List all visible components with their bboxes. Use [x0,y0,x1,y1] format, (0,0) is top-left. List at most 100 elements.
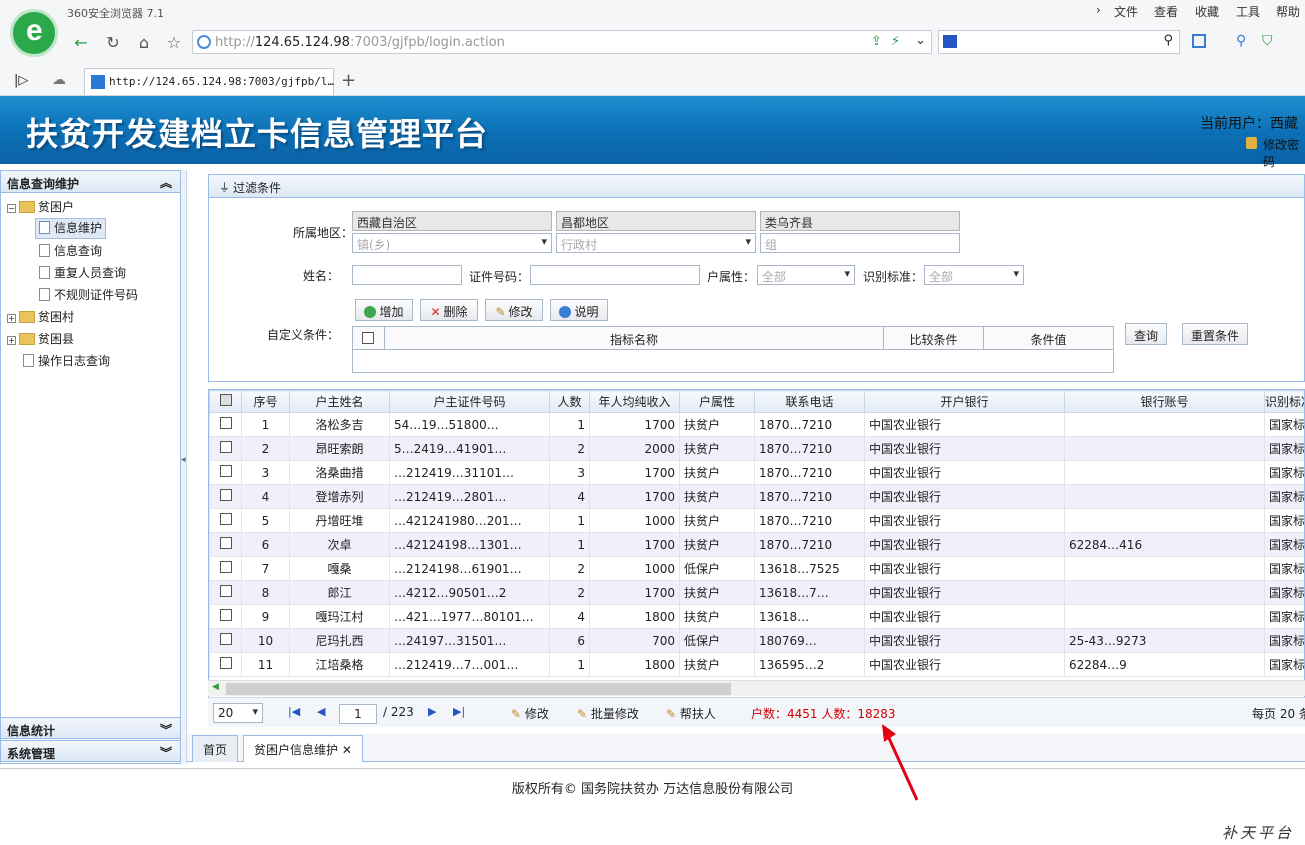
horizontal-scrollbar[interactable]: ◀ [208,680,1305,696]
sidebar-header-query[interactable]: 信息查询维护 ︽ [1,171,180,193]
sidebar-header-system[interactable]: 系统管理 ︾ [1,740,180,762]
back-icon[interactable]: ← [70,33,92,53]
col-header[interactable]: 户主证件号码 [389,390,550,413]
col-header[interactable]: 识别标准 [1264,390,1304,413]
helper-button[interactable]: ✎ 帮扶人 [666,705,716,722]
row-checkbox[interactable] [219,561,232,573]
row-checkbox[interactable] [219,657,232,669]
col-header[interactable]: 联系电话 [754,390,865,413]
shield-icon[interactable]: ⛉ [1262,33,1273,49]
tree-collapse-icon[interactable]: − [7,204,16,213]
new-tab-icon[interactable]: + [341,70,356,91]
col-header[interactable]: 年人均纯收入 [589,390,680,413]
search-box[interactable]: ⚲ [938,30,1180,54]
cloud-icon[interactable]: ☁ [52,72,66,88]
page-size-select[interactable]: 20 [213,703,263,723]
table-row[interactable]: 2 昂旺索朗 5…2419…41901… 2 2000 扶贫户 1870…7210 中国农业银… [209,436,1304,461]
household-attr-select[interactable]: 全部 [757,265,855,285]
sidebar-splitter[interactable]: ◂ [181,170,187,764]
table-row[interactable]: 11 江培桑格 …212419…7…001… 1 1800 扶贫户 136595…2 中国农业… [209,652,1304,677]
scroll-thumb[interactable] [226,683,731,695]
select-all-checkbox[interactable] [219,394,232,406]
table-row[interactable]: 8 郎江 …4212…90501…2 2 1700 扶贫户 13618…7… 中国农业银行 国家… [209,580,1304,605]
reset-button[interactable]: 重置条件 [1182,323,1248,345]
star-icon[interactable]: ☆ [163,33,185,53]
change-password-link[interactable]: 修改密码 [1263,136,1305,170]
tree-node-info-maintenance[interactable]: 信息维护 [35,218,107,239]
select-all-header[interactable] [209,390,242,413]
tree-node-operation-log[interactable]: 操作日志查询 [23,350,110,372]
condition-select-all-checkbox[interactable] [362,332,374,344]
row-checkbox[interactable] [219,417,232,429]
last-page-icon[interactable]: ▶| [453,705,465,718]
sidebar-header-stats[interactable]: 信息统计 ︾ [1,717,180,739]
village-select[interactable]: 行政村 [556,233,756,253]
compat-mode-icon[interactable]: ⚡ [891,34,900,49]
close-tab-icon[interactable]: ✕ [342,743,352,757]
tab-home[interactable]: 首页 [192,735,239,762]
table-row[interactable]: 3 洛桑曲措 …212419…31101… 3 1700 扶贫户 1870…7210 中国农业… [209,460,1304,485]
first-page-icon[interactable]: |◀ [288,705,300,718]
sidebar-toggle-icon[interactable]: |▷ [14,73,28,88]
batch-edit-button[interactable]: ✎ 批量修改 [577,705,639,722]
tree-expand-icon[interactable]: + [7,336,16,345]
row-checkbox[interactable] [219,537,232,549]
zoom-icon[interactable]: ⚲ [1236,33,1246,49]
tree-node-poor-villages[interactable]: + 贫困村 [7,306,74,328]
scroll-left-icon[interactable]: ◀ [212,682,219,692]
tree-node-info-query[interactable]: 信息查询 [39,240,102,262]
group-input[interactable]: 组 [760,233,960,253]
row-checkbox[interactable] [219,609,232,621]
prev-page-icon[interactable]: ◀ [317,705,325,718]
tree-node-poor-households[interactable]: − 贫困户 [7,196,74,218]
col-header[interactable]: 户属性 [679,390,755,413]
query-button[interactable]: 查询 [1125,323,1167,345]
table-row[interactable]: 1 洛松多吉 54…19…51800… 1 1700 扶贫户 1870…7210 中国农业银行… [209,412,1304,437]
next-page-icon[interactable]: ▶ [428,705,436,718]
table-row[interactable]: 5 丹增旺堆 …421241980…201… 1 1000 扶贫户 1870…7210 中国农… [209,508,1304,533]
reload-icon[interactable]: ↻ [102,33,124,53]
row-checkbox[interactable] [219,489,232,501]
collapse-arrow-icon[interactable]: ◂ [181,455,186,465]
menu-view[interactable]: 查看 [1154,3,1178,20]
table-row[interactable]: 10 尼玛扎西 …24197…31501… 6 700 低保户 180769… 中国农业银行 2… [209,628,1304,653]
share-icon[interactable]: ⇪ [871,34,882,49]
col-header[interactable]: 人数 [549,390,590,413]
address-bar[interactable]: http://124.65.124.98:7003/gjfpb/login.ac… [192,30,932,54]
tree-node-poor-counties[interactable]: + 贫困县 [7,328,74,350]
menu-help[interactable]: 帮助 [1276,3,1300,20]
tree-expand-icon[interactable]: + [7,314,16,323]
home-icon[interactable]: ⌂ [133,33,155,53]
col-header[interactable]: 户主姓名 [289,390,390,413]
browser-tab[interactable]: http://124.65.124.98:7003/gjfpb/l… [84,68,334,95]
menu-tools[interactable]: 工具 [1236,3,1260,20]
table-row[interactable]: 6 次卓 …42124198…1301… 1 1700 扶贫户 1870…7210 中国农业银… [209,532,1304,557]
town-select[interactable]: 镇(乡) [352,233,552,253]
menu-file[interactable]: 文件 [1114,3,1138,20]
menu-chevron-icon[interactable]: › [1096,3,1101,17]
row-checkbox[interactable] [219,585,232,597]
col-header[interactable]: 开户银行 [864,390,1065,413]
pager-edit-button[interactable]: ✎ 修改 [511,705,549,722]
row-checkbox[interactable] [219,441,232,453]
table-row[interactable]: 9 嘎玛江村 …421…1977…80101… 4 1800 扶贫户 13618… 中国农业银… [209,604,1304,629]
search-engine-icon[interactable] [943,35,957,48]
search-icon[interactable]: ⚲ [1163,33,1173,48]
table-row[interactable]: 4 登增赤列 …212419…2801… 4 1700 扶贫户 1870…7210 中国农业银… [209,484,1304,509]
delete-button[interactable]: ✕ 删除 [420,299,478,321]
current-page-input[interactable]: 1 [339,704,377,724]
col-header[interactable]: 银行账号 [1064,390,1265,413]
table-row[interactable]: 7 嘎桑 …2124198…61901… 2 1000 低保户 13618…7525 中国农业… [209,556,1304,581]
row-checkbox[interactable] [219,513,232,525]
tab-household-maintenance[interactable]: 贫困户信息维护 ✕ [243,735,363,762]
row-checkbox[interactable] [219,465,232,477]
edit-button[interactable]: ✎ 修改 [485,299,543,321]
name-input[interactable] [352,265,462,285]
row-checkbox[interactable] [219,633,232,645]
identify-std-select[interactable]: 全部 [924,265,1024,285]
add-button[interactable]: 增加 [355,299,413,321]
collapse-icon[interactable]: ︽ [160,174,172,191]
help-button[interactable]: 说明 [550,299,608,321]
expand-icon[interactable]: ︾ [160,744,172,761]
apps-icon[interactable] [1192,34,1206,48]
